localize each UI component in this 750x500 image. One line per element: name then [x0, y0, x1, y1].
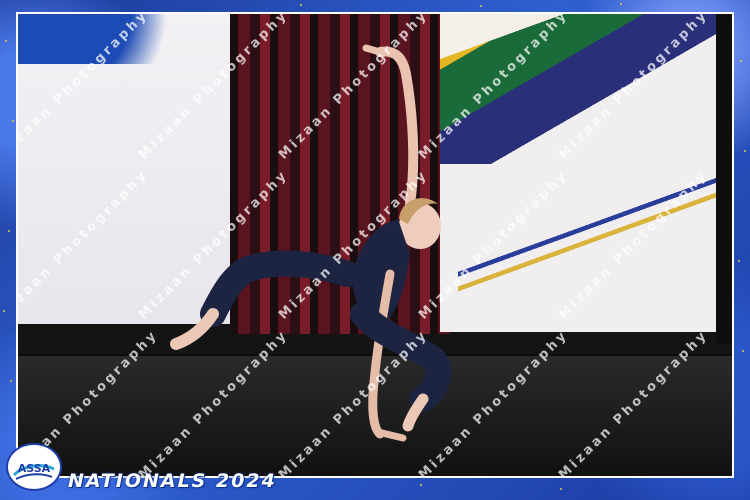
logo-swoosh-icon: ASSA [12, 462, 55, 480]
performance-photo [16, 12, 734, 478]
assa-logo: ASSA [6, 443, 62, 491]
dancer-figure [170, 44, 452, 442]
logo-text: ASSA [18, 462, 51, 475]
event-title: NATIONALS 2024 [68, 470, 277, 492]
